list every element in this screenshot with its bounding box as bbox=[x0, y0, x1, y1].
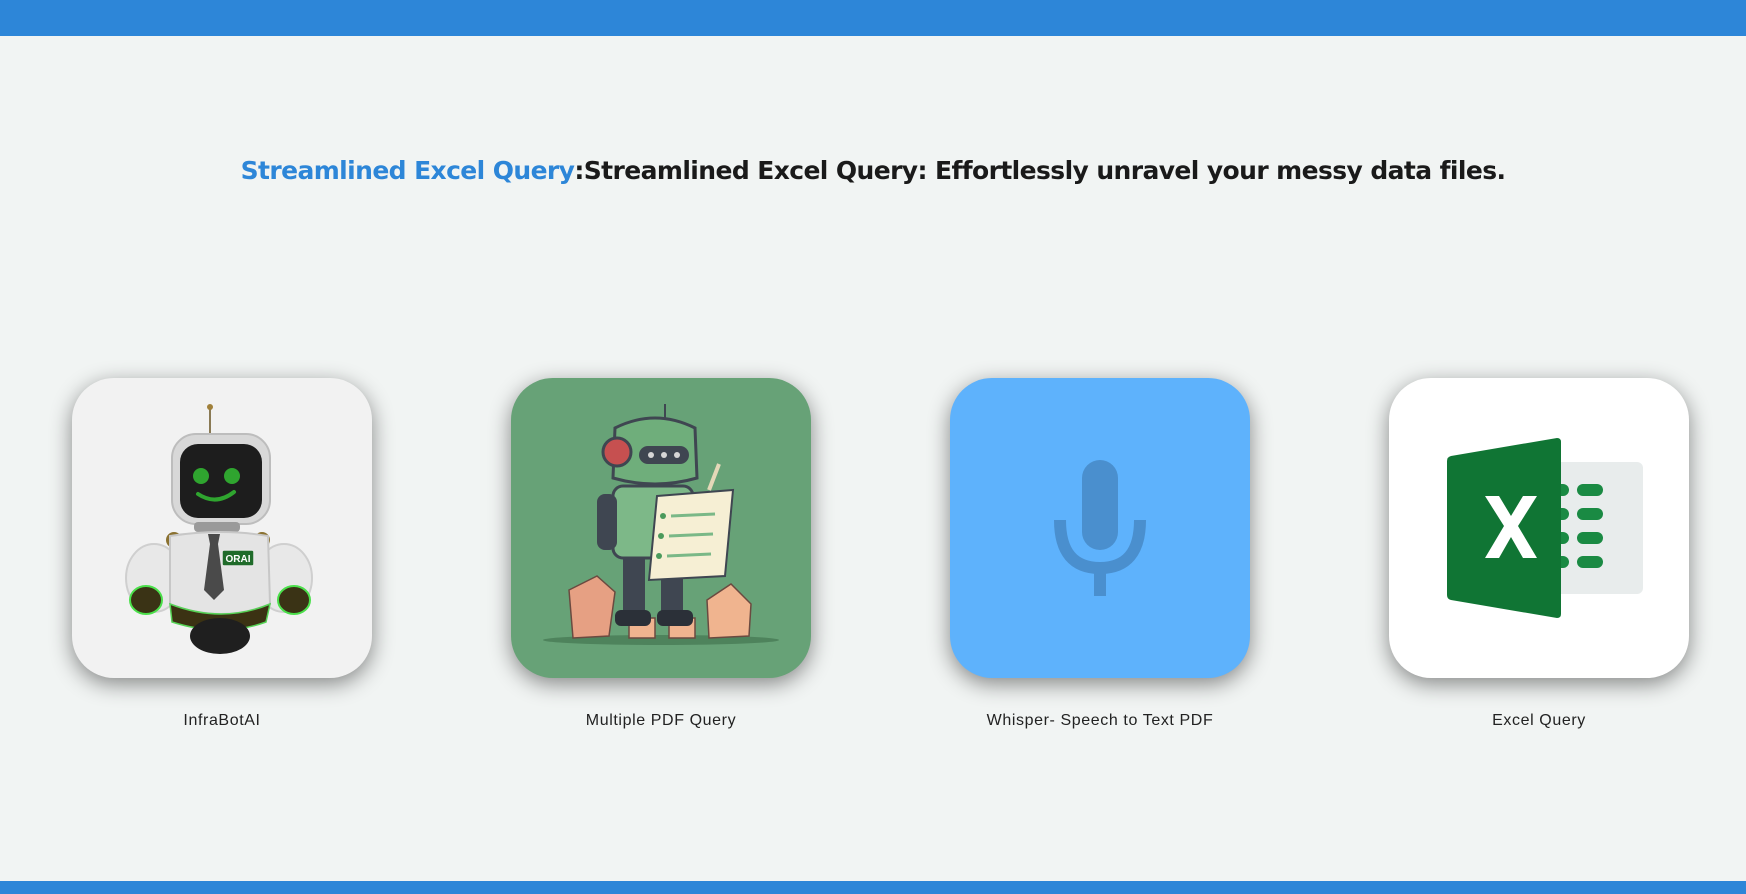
robot-reading-document-icon bbox=[543, 404, 779, 645]
app-tile-infrabotai[interactable]: ORAI bbox=[72, 378, 372, 678]
app-tile-whisper-speech-to-text[interactable] bbox=[950, 378, 1250, 678]
app-label-excel-query[interactable]: Excel Query bbox=[1329, 712, 1746, 730]
app-tile-multiple-pdf-query[interactable] bbox=[511, 378, 811, 678]
app-label-whisper-speech-to-text[interactable]: Whisper- Speech to Text PDF bbox=[890, 712, 1310, 730]
app-label-infrabotai[interactable]: InfraBotAI bbox=[12, 712, 432, 730]
page-title-separator: : bbox=[574, 156, 584, 185]
excel-icon bbox=[1447, 438, 1643, 618]
page-title-tagline: Streamlined Excel Query: Effortlessly un… bbox=[583, 156, 1506, 185]
app-card-infrabotai[interactable]: ORAI InfraBotAI bbox=[72, 378, 372, 729]
app-card-excel-query[interactable]: Excel Query bbox=[1389, 378, 1689, 729]
page-title: Streamlined Excel Query:Streamlined Exce… bbox=[0, 156, 1746, 185]
app-tile-excel-query[interactable] bbox=[1389, 378, 1689, 678]
page-title-accent: Streamlined Excel Query bbox=[240, 156, 575, 185]
robot-avatar-icon: ORAI bbox=[125, 404, 313, 654]
top-bar bbox=[0, 0, 1746, 36]
microphone-icon bbox=[1054, 460, 1146, 596]
app-card-whisper-speech-to-text[interactable]: Whisper- Speech to Text PDF bbox=[950, 378, 1250, 729]
badge-text: ORAI bbox=[226, 554, 251, 565]
app-label-multiple-pdf-query[interactable]: Multiple PDF Query bbox=[451, 712, 871, 730]
app-card-multiple-pdf-query[interactable]: Multiple PDF Query bbox=[511, 378, 811, 729]
bottom-bar bbox=[0, 881, 1746, 894]
